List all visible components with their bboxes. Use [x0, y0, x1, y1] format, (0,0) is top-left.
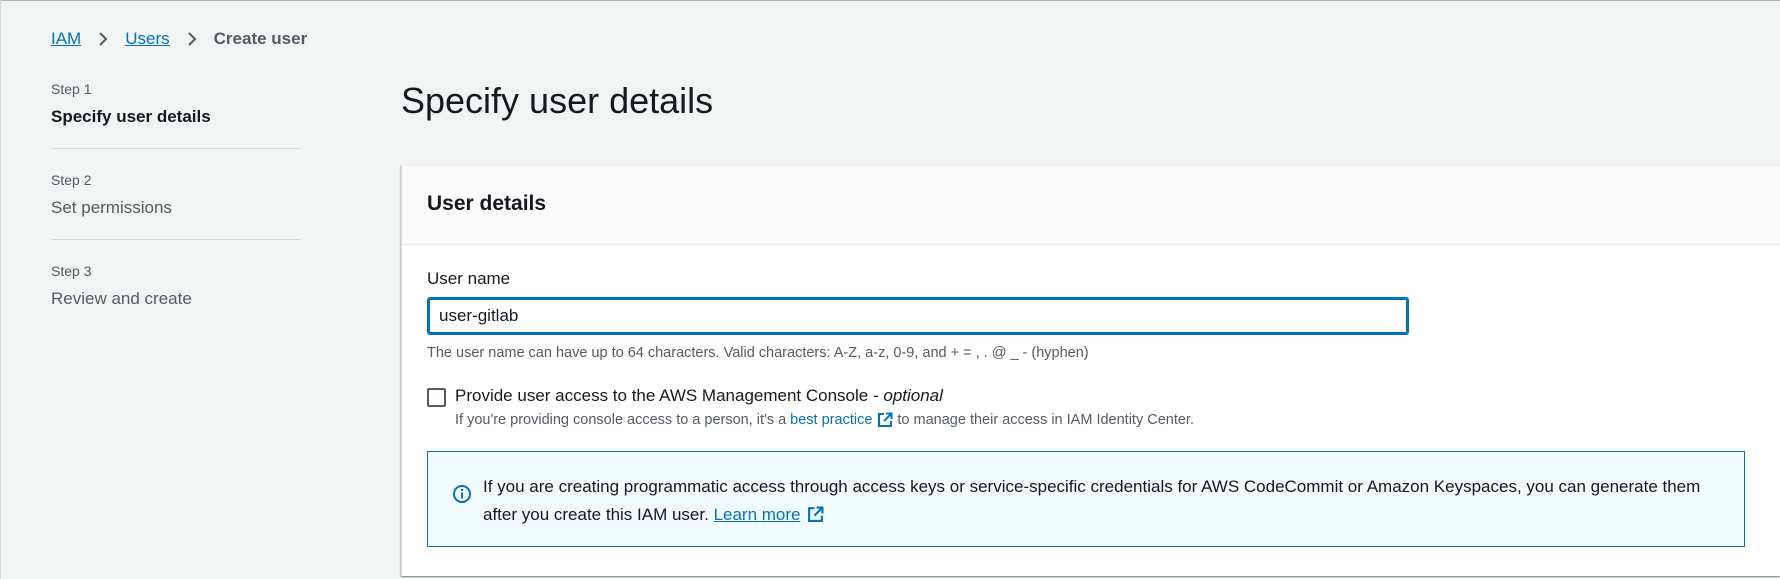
user-details-panel: User details User name The user name can… [401, 165, 1780, 576]
info-alert-text: If you are creating programmatic access … [483, 473, 1733, 529]
external-link-icon[interactable] [877, 412, 893, 428]
learn-more-link[interactable]: Learn more [714, 505, 801, 524]
chevron-right-icon [96, 27, 110, 51]
step-divider [51, 148, 301, 149]
optional-tag: optional [883, 386, 943, 405]
console-access-label-text: Provide user access to the AWS Managemen… [455, 386, 884, 405]
top-border [0, 0, 1780, 1]
info-icon [452, 484, 472, 504]
info-alert: If you are creating programmatic access … [427, 451, 1745, 547]
step-number: Step 3 [51, 263, 92, 279]
step-title: Set permissions [51, 198, 172, 217]
page-title: Specify user details [401, 80, 714, 121]
username-input[interactable] [427, 297, 1409, 335]
left-border [0, 0, 1, 579]
panel-heading: User details [427, 192, 547, 215]
step-number: Step 2 [51, 172, 92, 188]
step-1: Step 1 Specify user details [51, 80, 301, 129]
breadcrumb: IAM Users Create user [51, 27, 307, 51]
desc-before: If you're providing console access to a … [455, 412, 787, 428]
step-3: Step 3 Review and create [51, 262, 301, 311]
desc-after: to manage their access in IAM Identity C… [897, 412, 1194, 428]
step-divider [51, 239, 301, 240]
step-2: Step 2 Set permissions [51, 171, 301, 220]
breadcrumb-current: Create user [213, 29, 308, 48]
console-access-checkbox[interactable] [427, 388, 446, 407]
username-hint: The user name can have up to 64 characte… [427, 345, 1089, 361]
breadcrumb-users-link[interactable]: Users [125, 27, 169, 51]
username-label: User name [427, 269, 511, 288]
step-title-active: Specify user details [51, 107, 211, 126]
console-access-description: If you're providing console access to a … [455, 410, 1194, 430]
info-alert-message: If you are creating programmatic access … [483, 477, 1701, 524]
console-access-label[interactable]: Provide user access to the AWS Managemen… [455, 384, 943, 408]
step-number: Step 1 [51, 81, 92, 97]
step-title: Review and create [51, 289, 192, 308]
external-link-icon[interactable] [807, 506, 824, 523]
panel-header: User details [402, 166, 1780, 245]
breadcrumb-iam-link[interactable]: IAM [51, 27, 81, 51]
chevron-right-icon [185, 27, 199, 51]
best-practice-link[interactable]: best practice [790, 410, 872, 430]
wizard-steps: Step 1 Specify user details Step 2 Set p… [51, 80, 301, 311]
